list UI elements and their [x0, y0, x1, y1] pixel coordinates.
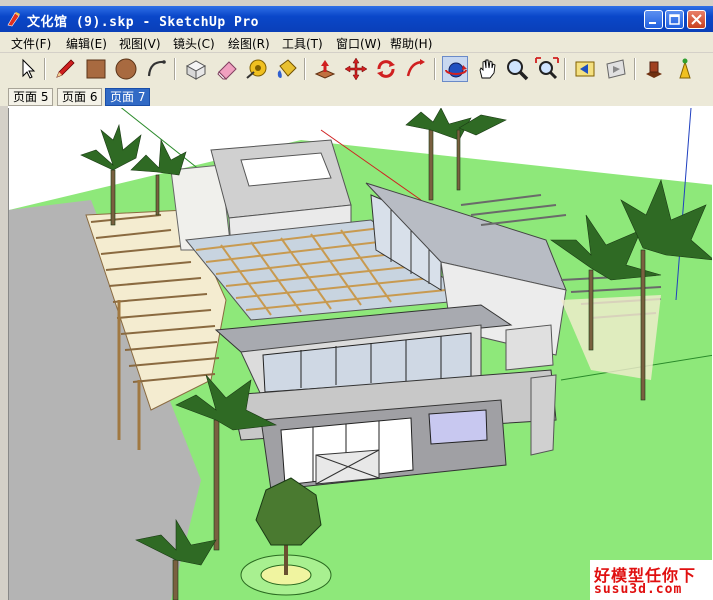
close-icon: [691, 14, 702, 25]
next-view-icon: [606, 59, 626, 79]
next-view-button[interactable]: [603, 56, 629, 82]
menu-bar: 文件(F) 编辑(E) 视图(V) 镜头(C) 绘图(R) 工具(T) 窗口(W…: [0, 32, 713, 53]
arc-tool-button[interactable]: [144, 56, 170, 82]
rectangle-icon: [86, 59, 106, 79]
menu-window[interactable]: 窗口(W): [336, 35, 381, 52]
push-pull-button[interactable]: [312, 56, 338, 82]
zoom-extents-button[interactable]: [534, 56, 560, 82]
tab-page-5[interactable]: 页面 5: [8, 88, 54, 106]
previous-view-icon: [575, 61, 595, 77]
tab-page-6[interactable]: 页面 6: [57, 88, 103, 106]
watermark-logo: 好模型任你下 susu3d.com: [590, 560, 713, 600]
select-icon: [22, 58, 36, 79]
sketchup-app-icon: [7, 12, 20, 27]
get-models-button[interactable]: [672, 56, 698, 82]
component-browser-icon: [646, 61, 662, 78]
follow-me-icon: [406, 59, 425, 77]
maximize-button[interactable]: [665, 10, 684, 29]
component-browser-button[interactable]: [641, 56, 667, 82]
paint-bucket-button[interactable]: [274, 56, 300, 82]
model-render: [9, 108, 712, 600]
main-toolbar: [0, 53, 713, 87]
window-title: 文化馆 (9).skp - SketchUp Pro: [27, 15, 260, 30]
pencil-icon: [56, 59, 75, 78]
close-button[interactable]: [687, 10, 706, 29]
select-tool-button[interactable]: [14, 56, 40, 82]
move-icon: [344, 57, 368, 81]
paint-bucket-icon: [277, 59, 297, 78]
menu-view[interactable]: 视图(V): [119, 35, 161, 52]
orbit-tool-button[interactable]: [442, 56, 468, 82]
zoom-extents-icon: [535, 57, 559, 80]
move-tool-button[interactable]: [343, 56, 369, 82]
orbit-icon: [445, 62, 467, 78]
pencil-tool-button[interactable]: [52, 56, 78, 82]
eraser-tool-button[interactable]: [214, 56, 240, 82]
menu-tools[interactable]: 工具(T): [282, 35, 323, 52]
tape-measure-button[interactable]: [244, 56, 270, 82]
push-pull-icon: [314, 60, 336, 79]
menu-draw[interactable]: 绘图(R): [228, 35, 270, 52]
circle-icon: [115, 58, 137, 80]
pan-tool-button[interactable]: [474, 56, 500, 82]
menu-file[interactable]: 文件(F): [11, 35, 51, 52]
previous-view-button[interactable]: [572, 56, 598, 82]
circle-tool-button[interactable]: [113, 56, 139, 82]
zoom-tool-button[interactable]: [504, 56, 530, 82]
scene-tabs: 页面 5 页面 6 页面 7: [0, 86, 713, 106]
maximize-icon: [669, 14, 680, 25]
make-component-button[interactable]: [183, 56, 209, 82]
minimize-icon: [649, 22, 656, 24]
pan-icon: [479, 59, 496, 79]
tab-page-7[interactable]: 页面 7: [105, 88, 151, 106]
arc-icon: [147, 60, 166, 77]
watermark-url: susu3d.com: [594, 582, 683, 597]
menu-camera[interactable]: 镜头(C): [173, 35, 215, 52]
rotate-tool-button[interactable]: [373, 56, 399, 82]
minimize-button[interactable]: [644, 10, 663, 29]
tape-measure-icon: [246, 59, 267, 79]
menu-help[interactable]: 帮助(H): [390, 35, 432, 52]
make-component-icon: [185, 60, 207, 80]
follow-me-button[interactable]: [403, 56, 429, 82]
zoom-icon: [507, 59, 529, 81]
3d-viewport[interactable]: [8, 108, 712, 600]
get-models-icon: [679, 58, 691, 79]
left-frame: [0, 106, 8, 600]
title-bar[interactable]: 文化馆 (9).skp - SketchUp Pro: [0, 6, 713, 32]
rectangle-tool-button[interactable]: [83, 56, 109, 82]
rotate-icon: [377, 60, 395, 78]
eraser-icon: [217, 61, 237, 80]
menu-edit[interactable]: 编辑(E): [66, 35, 107, 52]
